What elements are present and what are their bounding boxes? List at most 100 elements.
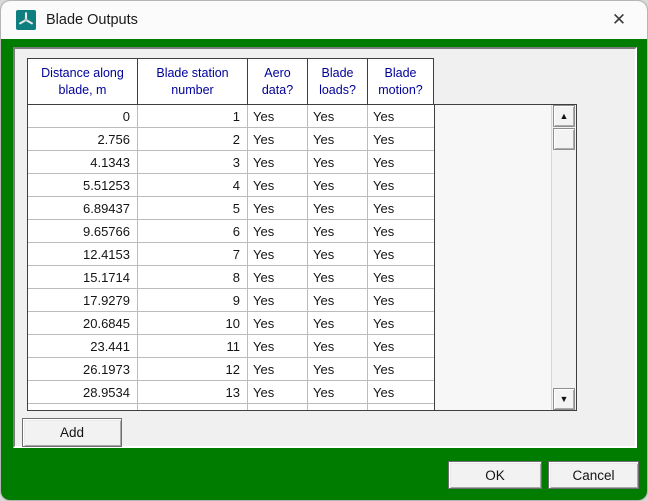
cell-blade-loads[interactable]: Yes: [308, 381, 368, 403]
cell-blade-motion[interactable]: Yes: [368, 243, 434, 265]
cell-distance[interactable]: 26.1973: [28, 358, 138, 380]
cell-blade-motion[interactable]: Yes: [368, 220, 434, 242]
cell-blade-motion[interactable]: Yes: [368, 381, 434, 403]
cell-blade-loads[interactable]: Yes: [308, 312, 368, 334]
cell-distance[interactable]: 31.7094: [28, 404, 138, 410]
bladed-turbine-icon: [16, 10, 36, 30]
cell-distance[interactable]: 12.4153: [28, 243, 138, 265]
table-rows: 0 1 Yes Yes Yes 2.756 2 Yes Yes Yes 4.13…: [28, 105, 435, 410]
cell-station-number[interactable]: 8: [138, 266, 248, 288]
cell-station-number[interactable]: 11: [138, 335, 248, 357]
cell-blade-motion[interactable]: Yes: [368, 105, 434, 127]
cell-blade-loads[interactable]: Yes: [308, 289, 368, 311]
table-row: 12.4153 7 Yes Yes Yes: [28, 243, 434, 266]
cell-aero-data[interactable]: Yes: [248, 197, 308, 219]
cell-station-number[interactable]: 9: [138, 289, 248, 311]
cell-aero-data[interactable]: Yes: [248, 289, 308, 311]
cell-blade-loads[interactable]: Yes: [308, 335, 368, 357]
cell-station-number[interactable]: 6: [138, 220, 248, 242]
cell-blade-loads[interactable]: Yes: [308, 151, 368, 173]
window-title: Blade Outputs: [46, 12, 138, 28]
cell-blade-loads[interactable]: Yes: [308, 128, 368, 150]
cell-station-number[interactable]: 12: [138, 358, 248, 380]
cell-distance[interactable]: 20.6845: [28, 312, 138, 334]
scrollbar-up-icon[interactable]: ▲: [553, 105, 575, 127]
cell-distance[interactable]: 0: [28, 105, 138, 127]
cell-station-number[interactable]: 10: [138, 312, 248, 334]
table-row: 2.756 2 Yes Yes Yes: [28, 128, 434, 151]
header-aero-data: Aero data?: [247, 58, 308, 105]
vertical-scrollbar[interactable]: ▲ ▼: [551, 105, 576, 410]
table-row: 9.65766 6 Yes Yes Yes: [28, 220, 434, 243]
cell-station-number[interactable]: 3: [138, 151, 248, 173]
cell-distance[interactable]: 15.1714: [28, 266, 138, 288]
cell-station-number[interactable]: 4: [138, 174, 248, 196]
cell-distance[interactable]: 4.1343: [28, 151, 138, 173]
cancel-button[interactable]: Cancel: [548, 461, 639, 489]
cell-aero-data[interactable]: Yes: [248, 243, 308, 265]
cell-blade-loads[interactable]: Yes: [308, 174, 368, 196]
close-icon[interactable]: ✕: [603, 5, 635, 35]
table-row: 23.441 11 Yes Yes Yes: [28, 335, 434, 358]
cell-blade-motion[interactable]: Yes: [368, 404, 434, 410]
table-row: 28.9534 13 Yes Yes Yes: [28, 381, 434, 404]
cell-station-number[interactable]: 14: [138, 404, 248, 410]
cell-blade-loads[interactable]: Yes: [308, 105, 368, 127]
cell-blade-loads[interactable]: Yes: [308, 197, 368, 219]
cell-blade-loads[interactable]: Yes: [308, 358, 368, 380]
grid-data-region: 0 1 Yes Yes Yes 2.756 2 Yes Yes Yes 4.13…: [27, 104, 577, 411]
cell-blade-motion[interactable]: Yes: [368, 358, 434, 380]
screen: Blade Outputs ✕ Distance along blade, m …: [0, 0, 648, 501]
cell-blade-loads[interactable]: Yes: [308, 404, 368, 410]
cell-distance[interactable]: 9.65766: [28, 220, 138, 242]
cell-aero-data[interactable]: Yes: [248, 404, 308, 410]
add-button[interactable]: Add: [22, 418, 122, 447]
cell-distance[interactable]: 2.756: [28, 128, 138, 150]
cell-blade-loads[interactable]: Yes: [308, 243, 368, 265]
header-distance-along-blade: Distance along blade, m: [27, 58, 138, 105]
blade-outputs-dialog: Blade Outputs ✕ Distance along blade, m …: [0, 0, 648, 501]
cell-blade-motion[interactable]: Yes: [368, 289, 434, 311]
cell-aero-data[interactable]: Yes: [248, 312, 308, 334]
cell-blade-motion[interactable]: Yes: [368, 335, 434, 357]
cell-blade-motion[interactable]: Yes: [368, 312, 434, 334]
header-blade-motion: Blade motion?: [367, 58, 434, 105]
cell-aero-data[interactable]: Yes: [248, 151, 308, 173]
cell-aero-data[interactable]: Yes: [248, 105, 308, 127]
cell-station-number[interactable]: 1: [138, 105, 248, 127]
ok-button[interactable]: OK: [448, 461, 542, 489]
cell-blade-motion[interactable]: Yes: [368, 266, 434, 288]
title-bar: Blade Outputs ✕: [1, 1, 647, 39]
table-row: 5.51253 4 Yes Yes Yes: [28, 174, 434, 197]
cell-aero-data[interactable]: Yes: [248, 128, 308, 150]
cell-distance[interactable]: 5.51253: [28, 174, 138, 196]
cell-distance[interactable]: 28.9534: [28, 381, 138, 403]
cell-station-number[interactable]: 7: [138, 243, 248, 265]
table-row: 17.9279 9 Yes Yes Yes: [28, 289, 434, 312]
cell-distance[interactable]: 6.89437: [28, 197, 138, 219]
cell-distance[interactable]: 23.441: [28, 335, 138, 357]
cell-blade-loads[interactable]: Yes: [308, 220, 368, 242]
table-row: 15.1714 8 Yes Yes Yes: [28, 266, 434, 289]
cell-aero-data[interactable]: Yes: [248, 335, 308, 357]
cell-blade-motion[interactable]: Yes: [368, 151, 434, 173]
cell-aero-data[interactable]: Yes: [248, 381, 308, 403]
table-row: 0 1 Yes Yes Yes: [28, 105, 434, 128]
cell-distance[interactable]: 17.9279: [28, 289, 138, 311]
cell-aero-data[interactable]: Yes: [248, 220, 308, 242]
header-blade-station-number: Blade station number: [137, 58, 248, 105]
table-row: 31.7094 14 Yes Yes Yes: [28, 404, 434, 410]
cell-station-number[interactable]: 2: [138, 128, 248, 150]
cell-aero-data[interactable]: Yes: [248, 174, 308, 196]
scrollbar-down-icon[interactable]: ▼: [553, 388, 575, 410]
cell-station-number[interactable]: 13: [138, 381, 248, 403]
cell-blade-motion[interactable]: Yes: [368, 128, 434, 150]
table-row: 6.89437 5 Yes Yes Yes: [28, 197, 434, 220]
scrollbar-thumb[interactable]: [553, 128, 575, 150]
cell-station-number[interactable]: 5: [138, 197, 248, 219]
cell-aero-data[interactable]: Yes: [248, 358, 308, 380]
cell-blade-motion[interactable]: Yes: [368, 197, 434, 219]
cell-blade-motion[interactable]: Yes: [368, 174, 434, 196]
cell-aero-data[interactable]: Yes: [248, 266, 308, 288]
cell-blade-loads[interactable]: Yes: [308, 266, 368, 288]
